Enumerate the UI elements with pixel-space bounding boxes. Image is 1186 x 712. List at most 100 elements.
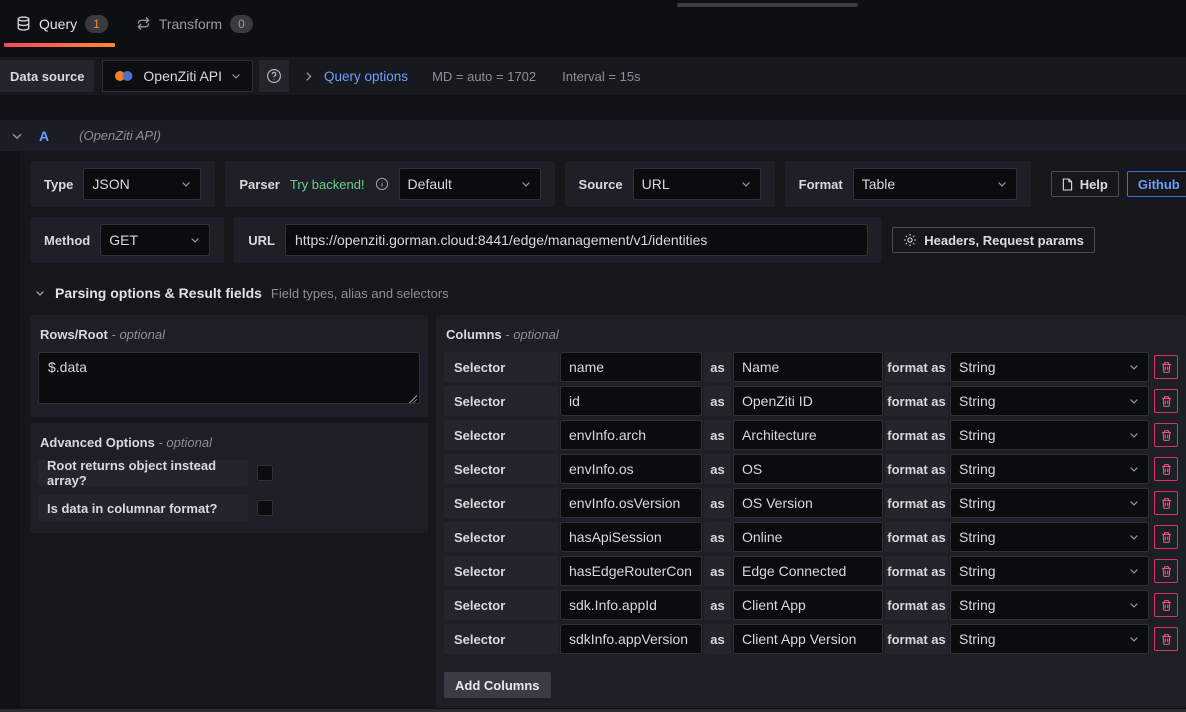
collapse-chevron-icon[interactable] — [10, 129, 24, 143]
delete-column-button[interactable] — [1154, 389, 1178, 413]
query-datasource-hint: (OpenZiti API) — [79, 128, 161, 143]
column-mapping-row: Selector as format as String — [444, 488, 1178, 518]
column-format-select[interactable]: String — [950, 454, 1149, 484]
column-format-select[interactable]: String — [950, 386, 1149, 416]
query-row-header[interactable]: A (OpenZiti API) — [0, 120, 1186, 151]
pane-resize-handle[interactable] — [677, 3, 858, 7]
method-select[interactable]: GET — [100, 224, 210, 256]
delete-column-button[interactable] — [1154, 457, 1178, 481]
alias-input[interactable] — [733, 522, 883, 552]
delete-column-button[interactable] — [1154, 525, 1178, 549]
alias-input[interactable] — [733, 454, 883, 484]
trash-icon — [1160, 633, 1173, 646]
column-mapping-row: Selector as format as String — [444, 386, 1178, 416]
rows-root-panel: Rows/Root - optional $.data — [30, 315, 428, 417]
column-format-select[interactable]: String — [950, 488, 1149, 518]
format-select-value: String — [959, 495, 996, 511]
chevron-down-icon — [520, 178, 532, 190]
query-ref-id: A — [39, 128, 49, 144]
parsing-grid: Rows/Root - optional $.data Advanced Opt… — [30, 315, 1186, 708]
columnar-format-checkbox[interactable] — [257, 500, 273, 516]
format-label: Format — [799, 177, 843, 192]
url-input[interactable] — [285, 224, 868, 256]
parsing-section-subtitle: Field types, alias and selectors — [271, 286, 449, 301]
column-format-select[interactable]: String — [950, 420, 1149, 450]
method-select-value: GET — [109, 232, 138, 248]
alias-input[interactable] — [733, 386, 883, 416]
parser-select[interactable]: Default — [399, 168, 541, 200]
alias-input[interactable] — [733, 624, 883, 654]
selector-input[interactable] — [560, 386, 702, 416]
selector-label: Selector — [444, 488, 558, 518]
alias-input[interactable] — [733, 352, 883, 382]
help-button[interactable]: Help — [1051, 171, 1119, 197]
trash-icon — [1160, 599, 1173, 612]
delete-column-button[interactable] — [1154, 423, 1178, 447]
alias-input[interactable] — [733, 488, 883, 518]
as-label: as — [704, 454, 731, 484]
parsing-left-column: Rows/Root - optional $.data Advanced Opt… — [30, 315, 428, 533]
column-format-select[interactable]: String — [950, 352, 1149, 382]
column-format-select[interactable]: String — [950, 556, 1149, 586]
max-data-points-text: MD = auto = 1702 — [432, 69, 536, 84]
tab-query[interactable]: Query 1 — [2, 0, 122, 47]
alias-input[interactable] — [733, 590, 883, 620]
github-button[interactable]: Github — [1127, 171, 1186, 197]
headers-request-params-button[interactable]: Headers, Request params — [892, 227, 1095, 253]
alias-input[interactable] — [733, 556, 883, 586]
delete-column-button[interactable] — [1154, 627, 1178, 651]
info-circle-icon — [375, 177, 389, 191]
advanced-options-title: Advanced Options - optional — [40, 435, 420, 450]
database-icon — [16, 16, 31, 31]
trash-icon — [1160, 429, 1173, 442]
parsing-section-header[interactable]: Parsing options & Result fields Field ty… — [34, 281, 1186, 305]
advanced-options-panel: Advanced Options - optional Root returns… — [30, 423, 428, 533]
format-select-value: Table — [862, 176, 895, 192]
format-as-label: format as — [885, 624, 948, 654]
format-select[interactable]: Table — [853, 168, 1017, 200]
rows-root-input[interactable]: $.data — [38, 352, 420, 404]
datasource-help-button[interactable] — [259, 60, 289, 92]
query-options-toggle[interactable]: Query options — [324, 69, 408, 84]
selector-input[interactable] — [560, 352, 702, 382]
column-format-select[interactable]: String — [950, 624, 1149, 654]
chevron-down-icon — [1128, 633, 1140, 645]
format-as-label: format as — [885, 556, 948, 586]
delete-column-button[interactable] — [1154, 355, 1178, 379]
format-select-value: String — [959, 563, 996, 579]
selector-input[interactable] — [560, 590, 702, 620]
datasource-name: OpenZiti API — [143, 68, 222, 84]
add-columns-button[interactable]: Add Columns — [444, 672, 551, 698]
column-format-select[interactable]: String — [950, 590, 1149, 620]
column-format-select[interactable]: String — [950, 522, 1149, 552]
editor-top-bar: Query 1 Transform 0 — [0, 0, 1186, 57]
format-as-label: format as — [885, 590, 948, 620]
delete-column-button[interactable] — [1154, 491, 1178, 515]
selector-input[interactable] — [560, 556, 702, 586]
parser-select-value: Default — [408, 176, 452, 192]
datasource-picker[interactable]: OpenZiti API — [102, 60, 253, 92]
selector-input[interactable] — [560, 488, 702, 518]
as-label: as — [704, 590, 731, 620]
delete-column-button[interactable] — [1154, 593, 1178, 617]
openziti-logo-icon — [113, 69, 135, 83]
selector-input[interactable] — [560, 420, 702, 450]
selector-input[interactable] — [560, 624, 702, 654]
root-returns-object-checkbox[interactable] — [257, 465, 273, 481]
source-select[interactable]: URL — [633, 168, 761, 200]
alias-input[interactable] — [733, 420, 883, 450]
datasource-row: Data source OpenZiti API Query options M… — [0, 57, 1186, 95]
type-select[interactable]: JSON — [83, 168, 201, 200]
advanced-option-row: Root returns object instead array? — [38, 460, 420, 486]
method-label: Method — [44, 233, 90, 248]
columns-rows: Selector as format as String Selector as… — [444, 352, 1178, 654]
tab-transform[interactable]: Transform 0 — [122, 0, 267, 47]
trash-icon — [1160, 361, 1173, 374]
columns-optional: - optional — [505, 327, 558, 342]
format-as-label: format as — [885, 488, 948, 518]
selector-input[interactable] — [560, 522, 702, 552]
delete-column-button[interactable] — [1154, 559, 1178, 583]
selector-input[interactable] — [560, 454, 702, 484]
interval-text: Interval = 15s — [562, 69, 640, 84]
format-select-value: String — [959, 393, 996, 409]
